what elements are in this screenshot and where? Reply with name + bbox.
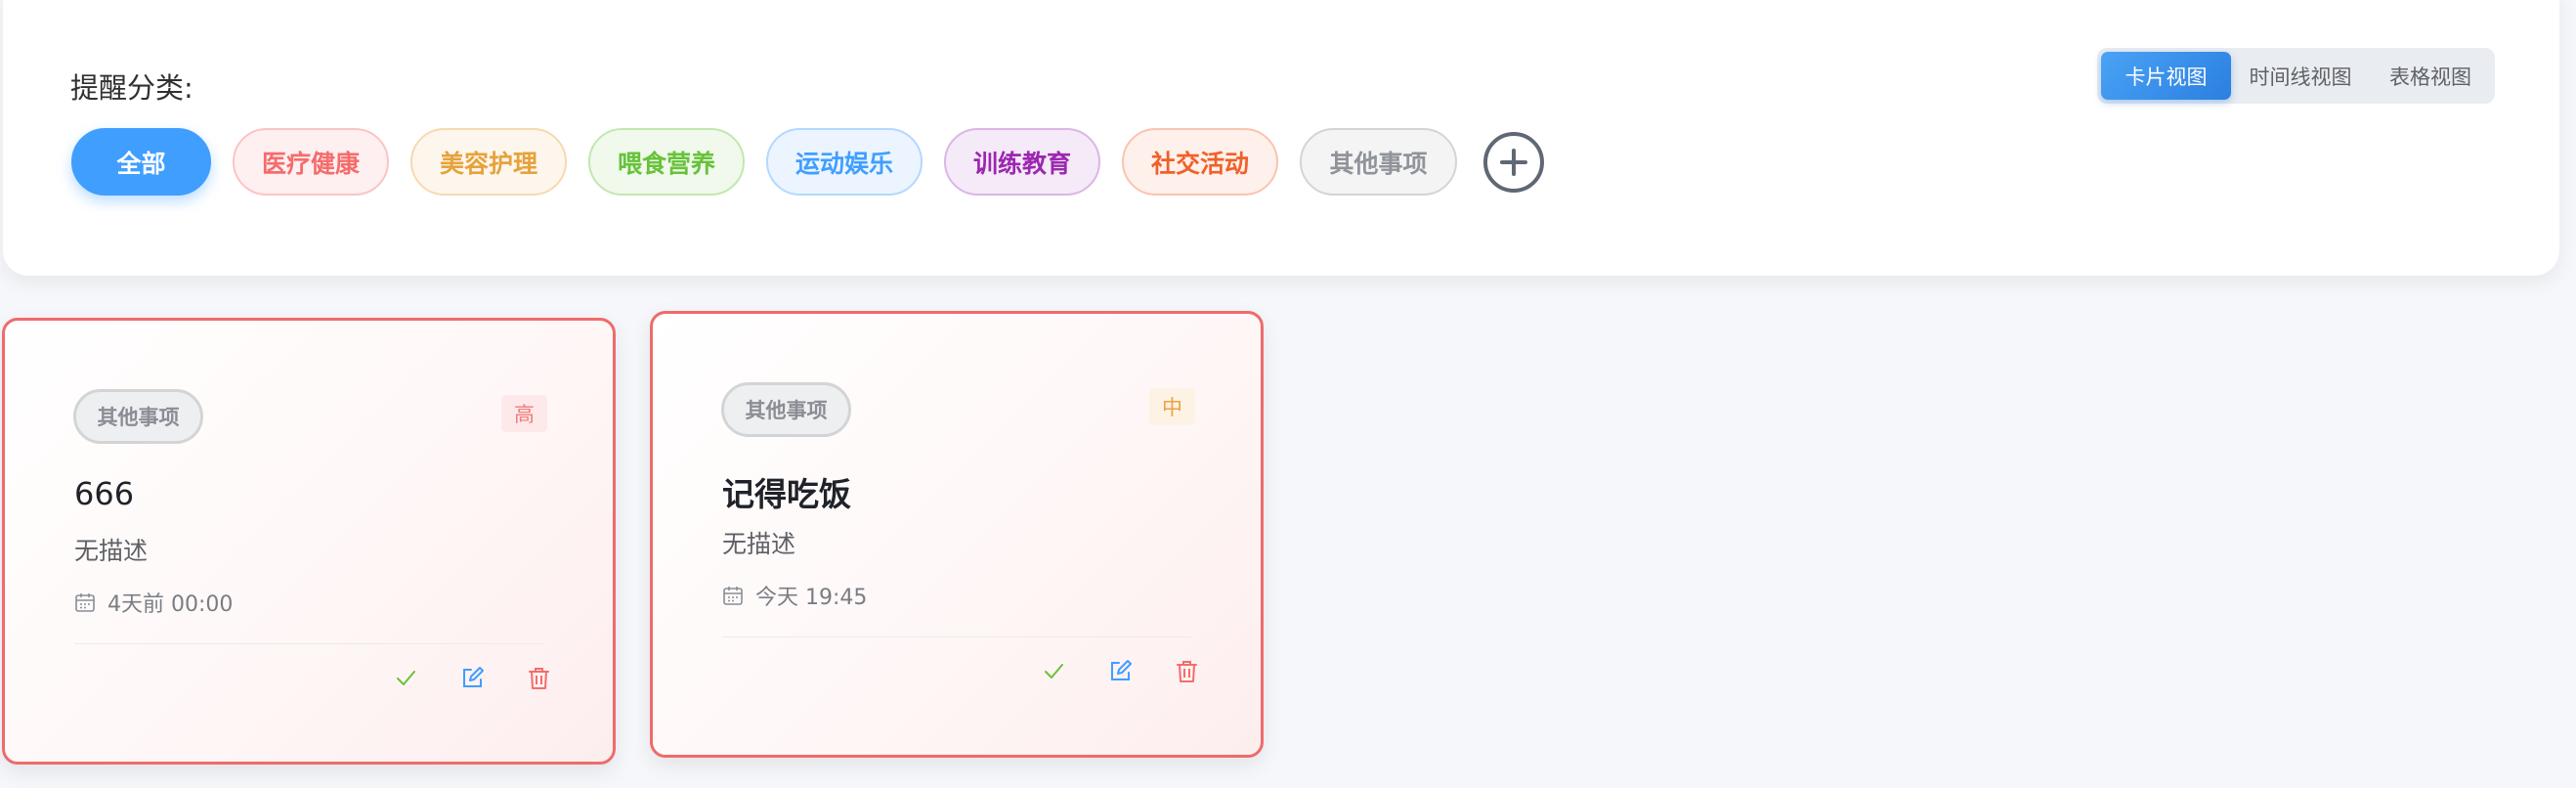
category-chip-medical[interactable]: 医疗健康 [233, 128, 389, 196]
category-chip-all[interactable]: 全部 [71, 128, 211, 196]
reminder-time: 今天 19:45 [722, 580, 867, 611]
priority-badge: 高 [501, 395, 547, 432]
timeline-view-button[interactable]: 时间线视图 [2231, 52, 2370, 100]
card-actions [353, 665, 552, 691]
category-chip-social[interactable]: 社交活动 [1122, 128, 1278, 196]
category-chip-grooming[interactable]: 美容护理 [410, 128, 567, 196]
category-chip-list: 全部 医疗健康 美容护理 喂食营养 运动娱乐 训练教育 社交活动 其他事项 [71, 128, 1544, 196]
edit-icon[interactable] [1107, 658, 1134, 684]
category-chip-other[interactable]: 其他事项 [1300, 128, 1457, 196]
card-view-button[interactable]: 卡片视图 [2101, 52, 2231, 100]
filter-title: 提醒分类: [70, 71, 193, 105]
reminder-description: 无描述 [722, 530, 796, 558]
reminder-page: 提醒分类: 卡片视图 时间线视图 表格视图 全部 医疗健康 美容护理 喂食营养 … [0, 0, 2576, 788]
reminder-time-text: 今天 19:45 [755, 586, 868, 610]
category-chip-feeding[interactable]: 喂食营养 [588, 128, 745, 196]
card-divider [74, 643, 543, 644]
calendar-icon [723, 587, 743, 605]
view-mode-switch: 卡片视图 时间线视图 表格视图 [2097, 48, 2495, 104]
category-chip-training[interactable]: 训练教育 [944, 128, 1100, 196]
calendar-icon [75, 593, 95, 612]
reminder-category-tag: 其他事项 [73, 389, 203, 444]
reminder-description: 无描述 [74, 537, 149, 565]
reminder-time-text: 4天前 00:00 [107, 592, 234, 617]
add-category-plus-icon[interactable] [1483, 131, 1544, 193]
check-icon[interactable] [393, 665, 419, 691]
reminder-time: 4天前 00:00 [74, 587, 233, 618]
table-view-button[interactable]: 表格视图 [2370, 52, 2491, 100]
card-divider [722, 636, 1191, 637]
reminder-card[interactable]: 其他事项 高 666 无描述 4天前 00:00 [2, 318, 616, 765]
reminder-category-tag: 其他事项 [721, 382, 851, 437]
edit-icon[interactable] [459, 665, 486, 691]
check-icon[interactable] [1041, 658, 1067, 684]
reminder-title: 666 [74, 475, 135, 512]
category-chip-exercise[interactable]: 运动娱乐 [766, 128, 923, 196]
reminder-title: 记得吃饭 [722, 475, 851, 513]
trash-icon[interactable] [1174, 658, 1200, 684]
priority-badge: 中 [1149, 388, 1195, 425]
category-filter-panel: 提醒分类: 卡片视图 时间线视图 表格视图 全部 医疗健康 美容护理 喂食营养 … [3, 0, 2559, 276]
card-actions [1001, 658, 1200, 684]
reminder-card[interactable]: 其他事项 中 记得吃饭 无描述 今天 19:45 [650, 311, 1264, 758]
trash-icon[interactable] [526, 665, 552, 691]
